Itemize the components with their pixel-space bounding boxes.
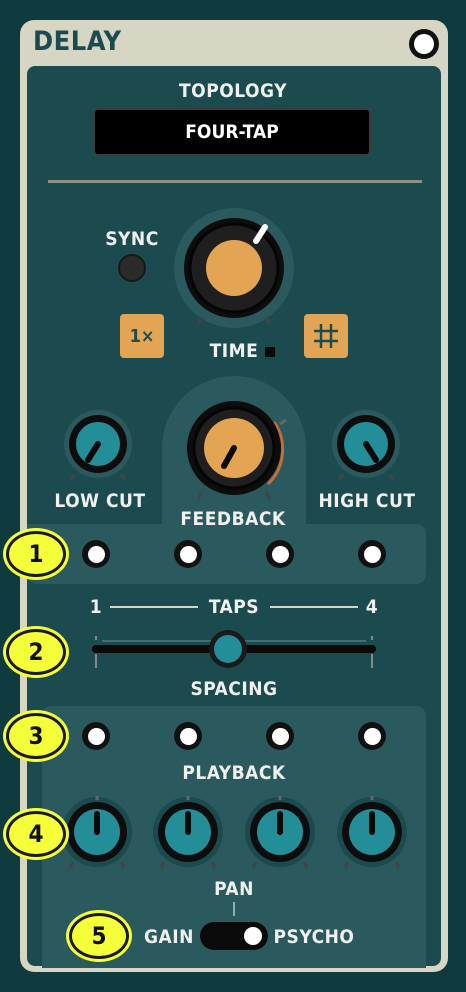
tap-input-jack[interactable] [266,722,294,750]
toggle-knob [244,927,262,945]
tap-input-jack[interactable] [82,722,110,750]
low-cut-knob[interactable] [62,406,134,486]
section-divider [48,180,422,183]
taps-line-left [110,606,198,608]
callout-badge: 5 [66,910,132,962]
power-indicator [414,34,434,54]
spacing-slider-thumb[interactable] [209,630,247,668]
gain-psycho-toggle[interactable] [200,922,268,950]
feedback-knob[interactable] [176,396,292,504]
time-label: TIME [209,340,259,362]
taps-min-label: 1 [89,596,103,618]
callout-badge: 3 [3,710,69,762]
tap-output-jack[interactable] [266,540,294,568]
pan-knob[interactable] [336,794,408,870]
tap-output-jack[interactable] [82,540,110,568]
sync-label: SYNC [105,228,159,250]
tap-input-jack[interactable] [358,722,386,750]
sync-button[interactable] [118,254,146,282]
power-button[interactable] [409,29,439,59]
playback-label: PLAYBACK [182,762,286,784]
taps-max-label: 4 [365,596,379,618]
topology-select[interactable]: FOUR-TAP [93,108,371,156]
psycho-label: PSYCHO [273,926,355,948]
tap-output-jack[interactable] [174,540,202,568]
gain-label: GAIN [144,926,194,948]
taps-label: TAPS [208,596,260,618]
grid-button[interactable] [304,314,348,358]
topology-label: TOPOLOGY [179,80,287,102]
pan-knob[interactable] [244,794,316,870]
callout-badge: 4 [3,808,69,860]
module-title: DELAY [33,26,122,57]
pan-tick [233,902,235,916]
high-cut-knob[interactable] [330,406,402,486]
callout-badge: 1 [3,528,69,580]
tap-output-jack[interactable] [358,540,386,568]
pan-label: PAN [214,878,254,900]
spacing-label: SPACING [190,678,278,700]
time-multiplier-button[interactable]: 1× [120,314,164,358]
tap-input-jack[interactable] [174,722,202,750]
taps-line-right [270,606,358,608]
time-knob[interactable] [172,206,296,330]
pan-knob[interactable] [152,794,224,870]
grid-icon [314,324,338,348]
feedback-label: FEEDBACK [180,508,286,530]
high-cut-label: HIGH CUT [318,490,416,512]
callout-badge: 2 [3,626,69,678]
low-cut-label: LOW CUT [54,490,146,512]
pan-knob[interactable] [61,794,133,870]
time-mod-indicator [265,347,275,357]
